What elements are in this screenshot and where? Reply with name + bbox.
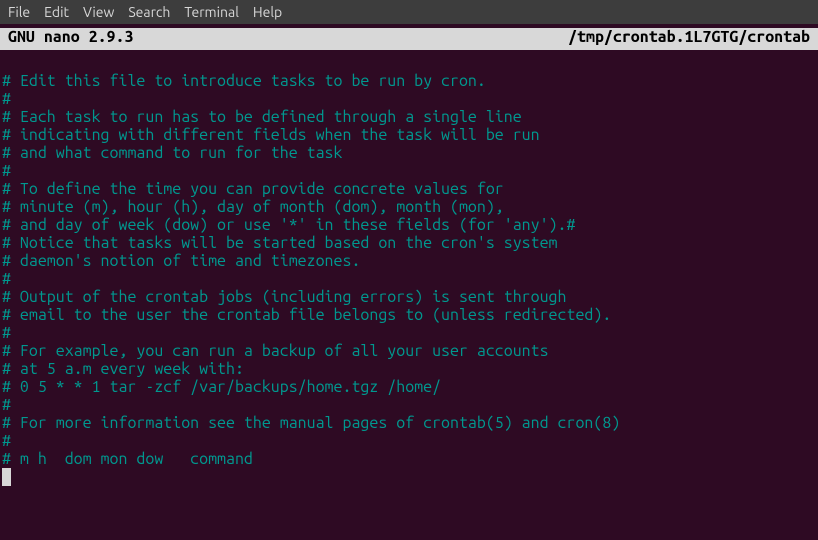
- editor-line: #: [2, 396, 816, 414]
- menu-view[interactable]: View: [83, 4, 114, 20]
- editor-line: #: [2, 162, 816, 180]
- editor-line: # Notice that tasks will be started base…: [2, 234, 816, 252]
- nano-app-version: GNU nano 2.9.3: [8, 28, 133, 50]
- editor-line: # indicating with different fields when …: [2, 126, 816, 144]
- editor-line: # Each task to run has to be defined thr…: [2, 108, 816, 126]
- cursor: [2, 468, 11, 486]
- editor-line: # Edit this file to introduce tasks to b…: [2, 72, 816, 90]
- nano-title-bar: GNU nano 2.9.3 /tmp/crontab.1L7GTG/cront…: [0, 28, 818, 50]
- editor-line: # and day of week (dow) or use '*' in th…: [2, 216, 816, 234]
- menu-edit[interactable]: Edit: [44, 4, 69, 20]
- nano-filepath: /tmp/crontab.1L7GTG/crontab: [568, 28, 810, 46]
- editor-area[interactable]: # Edit this file to introduce tasks to b…: [0, 50, 818, 490]
- editor-line: #: [2, 90, 816, 108]
- editor-line: # at 5 a.m every week with:: [2, 360, 816, 378]
- editor-line: # To define the time you can provide con…: [2, 180, 816, 198]
- menu-terminal[interactable]: Terminal: [184, 4, 239, 20]
- editor-line: # and what command to run for the task: [2, 144, 816, 162]
- editor-line: # Output of the crontab jobs (including …: [2, 288, 816, 306]
- menu-bar: File Edit View Search Terminal Help: [0, 0, 818, 24]
- editor-line: # For more information see the manual pa…: [2, 414, 816, 432]
- cursor-line: [2, 468, 816, 486]
- menu-search[interactable]: Search: [128, 4, 170, 20]
- editor-line: # daemon's notion of time and timezones.: [2, 252, 816, 270]
- editor-line: # email to the user the crontab file bel…: [2, 306, 816, 324]
- menu-help[interactable]: Help: [253, 4, 282, 20]
- editor-line: # For example, you can run a backup of a…: [2, 342, 816, 360]
- menu-file[interactable]: File: [8, 4, 30, 20]
- editor-line: #: [2, 324, 816, 342]
- editor-line: # minute (m), hour (h), day of month (do…: [2, 198, 816, 216]
- editor-line: #: [2, 270, 816, 288]
- editor-line: [2, 54, 816, 72]
- editor-line: #: [2, 432, 816, 450]
- editor-line: # 0 5 * * 1 tar -zcf /var/backups/home.t…: [2, 378, 816, 396]
- editor-line: # m h dom mon dow command: [2, 450, 816, 468]
